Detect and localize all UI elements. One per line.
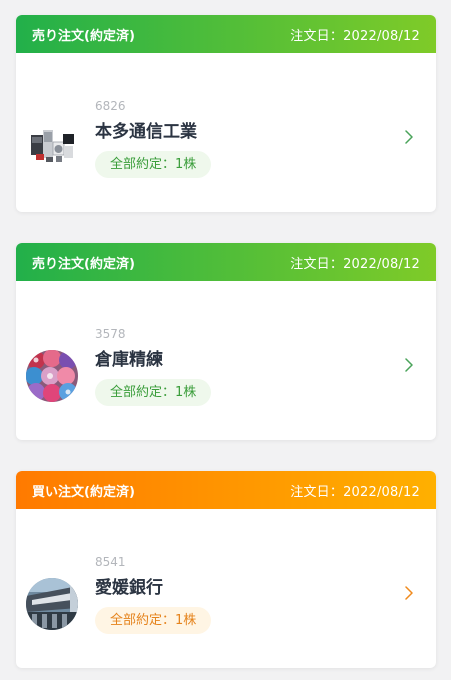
chevron-right-icon[interactable] bbox=[403, 358, 415, 372]
order-date: 注文日：2022/08/12 bbox=[290, 28, 420, 44]
appliances-image bbox=[26, 122, 78, 174]
bank-building-image bbox=[26, 578, 78, 630]
order-card-header: 売り注文(約定済) 注文日：2022/08/12 bbox=[16, 15, 436, 53]
stock-name: 倉庫精練 bbox=[95, 350, 163, 370]
stock-thumbnail bbox=[26, 350, 78, 402]
execution-status-badge: 全部約定：1株 bbox=[95, 379, 212, 406]
chevron-right-icon[interactable] bbox=[403, 586, 415, 600]
order-card[interactable]: 売り注文(約定済) 注文日：2022/08/12 6826 本多通信工業 全部約… bbox=[16, 15, 436, 212]
stock-code: 3578 bbox=[95, 327, 126, 341]
stock-name: 本多通信工業 bbox=[95, 122, 197, 142]
stock-name: 愛媛銀行 bbox=[95, 578, 163, 598]
stock-thumbnail bbox=[26, 122, 78, 174]
order-card-body: 3578 倉庫精練 全部約定：1株 bbox=[16, 281, 436, 440]
chevron-right-icon[interactable] bbox=[403, 130, 415, 144]
order-card-header: 売り注文(約定済) 注文日：2022/08/12 bbox=[16, 243, 436, 281]
order-card-body: 8541 愛媛銀行 全部約定：1株 bbox=[16, 509, 436, 668]
order-type-label: 買い注文(約定済) bbox=[32, 484, 135, 500]
order-type-label: 売り注文(約定済) bbox=[32, 28, 135, 44]
order-card[interactable]: 売り注文(約定済) 注文日：2022/08/12 3578 倉庫精練 全部約定：… bbox=[16, 243, 436, 440]
order-card-body: 6826 本多通信工業 全部約定：1株 bbox=[16, 53, 436, 212]
order-card-header: 買い注文(約定済) 注文日：2022/08/12 bbox=[16, 471, 436, 509]
execution-status-badge: 全部約定：1株 bbox=[95, 607, 212, 634]
order-card[interactable]: 買い注文(約定済) 注文日：2022/08/12 8541 愛媛銀行 全部約定：… bbox=[16, 471, 436, 668]
yarn-spools-image bbox=[26, 350, 78, 402]
execution-status-badge: 全部約定：1株 bbox=[95, 151, 212, 178]
order-date: 注文日：2022/08/12 bbox=[290, 484, 420, 500]
order-date: 注文日：2022/08/12 bbox=[290, 256, 420, 272]
stock-code: 8541 bbox=[95, 555, 126, 569]
stock-code: 6826 bbox=[95, 99, 126, 113]
order-type-label: 売り注文(約定済) bbox=[32, 256, 135, 272]
stock-thumbnail bbox=[26, 578, 78, 630]
